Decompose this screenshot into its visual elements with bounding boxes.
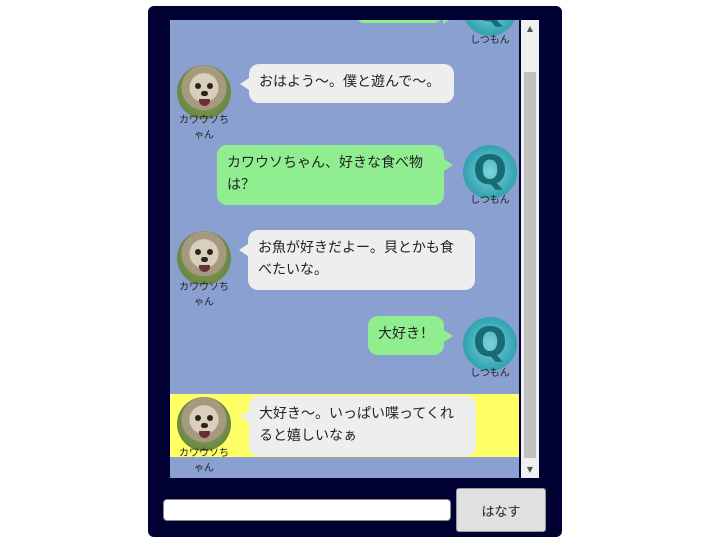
q-question-icon: Q <box>463 317 517 371</box>
scroll-down-arrow-icon[interactable]: ▼ <box>521 461 539 478</box>
otter-avatar-icon <box>177 397 231 451</box>
scrollbar-thumb[interactable] <box>524 72 536 458</box>
chat-log[interactable]: Q しつもん カワウソちゃん おはよう～。僕と遊んで～。 カワウソちゃん、好きな… <box>170 20 519 478</box>
otter-avatar-icon <box>177 65 231 119</box>
user-message-bubble: 大好き！ <box>368 316 453 355</box>
user-name-label: しつもん <box>470 195 510 206</box>
scroll-up-arrow-icon[interactable]: ▲ <box>521 20 539 37</box>
chat-scrollbar[interactable]: ▲ ▼ <box>521 20 539 478</box>
bot-name-label: カワウソち ゃん <box>179 282 229 308</box>
user-message-bubble: カワウソちゃん、好きな食べ物 は？ <box>217 145 453 205</box>
bot-message-bubble: 大好き～。いっぱい喋ってくれ ると嬉しいなぁ <box>240 396 476 456</box>
otter-avatar-icon <box>177 231 231 285</box>
bot-message-bubble: お魚が好きだよー。貝とかも食 べたいな。 <box>239 230 475 290</box>
message-input[interactable] <box>163 499 451 521</box>
send-button[interactable]: はなす <box>456 488 546 532</box>
bot-name-label: カワウソち ゃん <box>179 115 229 141</box>
partial-user-bubble <box>355 20 452 24</box>
bot-message-bubble: おはよう～。僕と遊んで～。 <box>240 64 454 103</box>
bot-name-label: カワウソち ゃん <box>179 448 229 474</box>
user-name-label: しつもん <box>470 368 510 379</box>
q-question-icon: Q <box>463 145 517 199</box>
user-name-label: しつもん <box>470 35 510 46</box>
